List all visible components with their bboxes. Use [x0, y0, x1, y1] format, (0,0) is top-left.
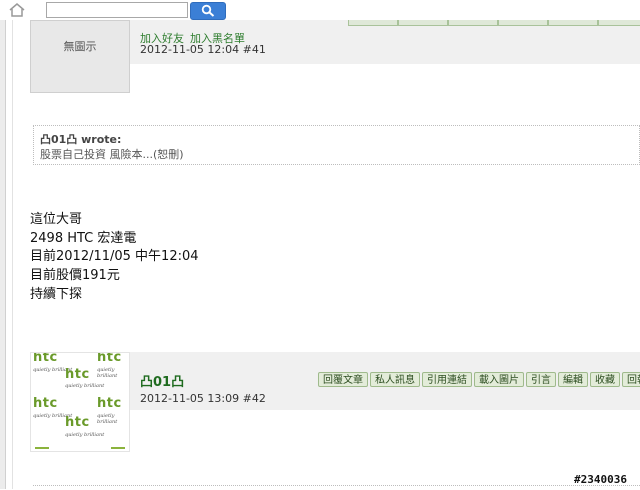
favorite-button[interactable]: 收藏	[590, 372, 620, 387]
search-icon	[201, 4, 215, 17]
quote-author: 凸01凸 wrote:	[40, 133, 122, 146]
search-button[interactable]	[190, 2, 226, 20]
report-button[interactable]: 回報	[622, 372, 640, 387]
post-action-buttons-clipped	[348, 20, 640, 26]
post-body-line: 這位大哥	[30, 212, 83, 227]
reply-button[interactable]: 回覆文章	[318, 372, 368, 387]
quote-button[interactable]: 引言	[526, 372, 556, 387]
htc-tagline: quietly brilliant	[65, 432, 105, 438]
avatar-placeholder-text: 無圖示	[63, 40, 97, 53]
quote-box	[33, 485, 640, 490]
post-meta: 2012-11-05 12:04 #41	[140, 43, 266, 56]
htc-logo: htc	[97, 396, 122, 411]
quote-text[interactable]: 股票自己投資 風險本...(恕刪)	[40, 146, 184, 162]
post-body-line: 2498 HTC 宏達電	[30, 231, 137, 246]
post-action-buttons: 回覆文章私人訊息引用連結載入圖片引言編輯收藏回報	[318, 372, 640, 388]
post-meta: 2012-11-05 13:09 #42	[140, 392, 266, 405]
watermark: #2340036	[574, 473, 627, 486]
avatar[interactable]: htc htc quietly brilliant quietly brilli…	[30, 352, 130, 452]
htc-logo: htc	[97, 352, 122, 365]
htc-logo: htc	[65, 415, 90, 430]
post-body-line: 持續下探	[30, 287, 83, 302]
htc-tagline: quietly brilliant	[65, 383, 105, 389]
htc-logo-bar	[35, 447, 49, 449]
htc-tagline: quietly brilliant	[97, 413, 118, 425]
htc-logo: htc	[33, 352, 58, 365]
load-images-button[interactable]: 載入圖片	[474, 372, 524, 387]
home-icon[interactable]	[8, 2, 26, 18]
left-rail	[0, 20, 6, 489]
htc-tagline: quietly brilliant	[97, 367, 118, 379]
htc-logo: htc	[65, 367, 90, 382]
quote-link-button[interactable]: 引用連結	[422, 372, 472, 387]
post-body-line: 目前2012/11/05 中午12:04	[30, 249, 199, 264]
htc-logo: htc	[33, 396, 58, 411]
avatar[interactable]: 無圖示	[30, 20, 130, 93]
htc-logo-bar	[111, 447, 125, 449]
post-body-line: 目前股價191元	[30, 268, 120, 283]
edit-button[interactable]: 編輯	[558, 372, 588, 387]
left-divider	[12, 20, 13, 489]
search-input[interactable]	[46, 2, 188, 18]
username[interactable]: 凸01凸	[140, 371, 184, 390]
private-message-button[interactable]: 私人訊息	[370, 372, 420, 387]
